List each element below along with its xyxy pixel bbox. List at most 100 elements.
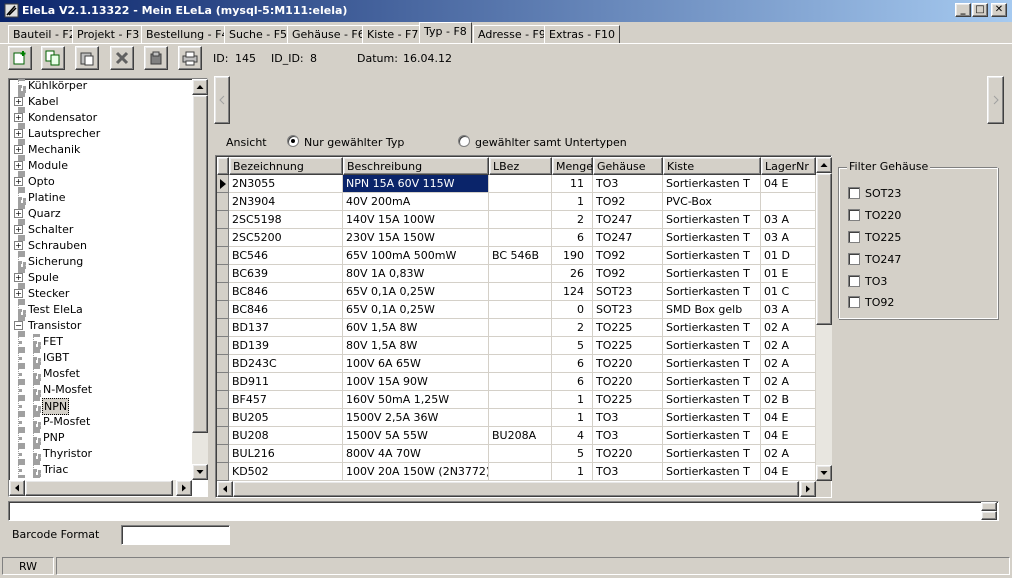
print-button[interactable] xyxy=(178,46,202,70)
grid-cell[interactable]: 1 xyxy=(552,463,593,481)
tree-item[interactable]: Platine xyxy=(9,190,191,206)
grid-cell[interactable] xyxy=(489,175,552,193)
tree-item[interactable]: + Schrauben xyxy=(9,238,191,254)
filter-label-sot23[interactable]: SOT23 xyxy=(865,187,901,200)
grid-cell[interactable]: SMD Box gelb xyxy=(663,301,761,319)
radio-only-selected-type[interactable] xyxy=(287,135,299,147)
grid-cell[interactable]: 65V 0,1A 0,25W xyxy=(343,283,489,301)
grid-cell[interactable]: 1500V 5A 55W xyxy=(343,427,489,445)
grid-cell[interactable]: TO3 xyxy=(593,175,663,193)
grid-cell[interactable]: 230V 15A 150W xyxy=(343,229,489,247)
grid-cell[interactable]: 11 xyxy=(552,175,593,193)
filter-label-to247[interactable]: TO247 xyxy=(865,253,901,266)
tree-item[interactable]: Triac xyxy=(9,462,191,478)
grid-cell[interactable]: BD139 xyxy=(229,337,343,355)
grid-cell[interactable] xyxy=(489,337,552,355)
column-header[interactable]: Gehäuse xyxy=(593,157,663,175)
row-indicator[interactable] xyxy=(217,445,229,463)
table-row[interactable]: BF457 160V 50mA 1,25W 1 TO225 Sortierkasten … xyxy=(217,391,816,409)
grid-cell[interactable]: PVC-Box xyxy=(663,193,761,211)
grid-cell[interactable]: 1500V 2,5A 36W xyxy=(343,409,489,427)
grid-cell[interactable]: Sortierkasten T xyxy=(663,355,761,373)
paste-button[interactable] xyxy=(75,46,99,70)
grid-cell[interactable]: 6 xyxy=(552,355,593,373)
table-row[interactable]: KD502 100V 20A 150W (2N3772) 1 TO3 Sortierka… xyxy=(217,463,816,481)
barcode-format-input[interactable] xyxy=(121,525,230,545)
grid-scroll-down[interactable] xyxy=(816,465,832,481)
grid-cell[interactable] xyxy=(489,301,552,319)
grid-cell[interactable]: TO225 xyxy=(593,337,663,355)
grid-cell[interactable]: 4 xyxy=(552,427,593,445)
grid-cell[interactable]: 65V 0,1A 0,25W xyxy=(343,301,489,319)
grid-cell[interactable]: 80V 1A 0,83W xyxy=(343,265,489,283)
expand-icon[interactable]: + xyxy=(14,145,23,154)
grid-cell[interactable]: 02 A xyxy=(761,355,816,373)
grid-cell[interactable]: Sortierkasten T xyxy=(663,283,761,301)
grid-cell[interactable] xyxy=(489,319,552,337)
grid-cell[interactable]: 04 E xyxy=(761,175,816,193)
grid-cell[interactable] xyxy=(489,193,552,211)
filter-checkbox-to225[interactable] xyxy=(848,231,860,243)
table-row[interactable]: 2SC5200 230V 15A 150W 6 TO247 Sortierkasten … xyxy=(217,229,816,247)
notes-spin-down[interactable] xyxy=(981,511,997,520)
parts-grid[interactable]: Bezeichnung Beschreibung LBez Menge Gehäuse K… xyxy=(215,155,832,498)
tree-item[interactable]: NPN xyxy=(9,398,191,415)
row-indicator[interactable] xyxy=(217,301,229,319)
filter-checkbox-sot23[interactable] xyxy=(848,187,860,199)
tab-suche[interactable]: Suche - F5 xyxy=(224,25,293,43)
grid-cell[interactable]: 100V 20A 150W (2N3772) xyxy=(343,463,489,481)
grid-cell[interactable]: 04 E xyxy=(761,409,816,427)
tree-item[interactable]: + Kondensator xyxy=(9,110,191,126)
grid-cell[interactable]: TO225 xyxy=(593,391,663,409)
grid-cell[interactable]: TO92 xyxy=(593,265,663,283)
grid-cell[interactable]: BC 546B xyxy=(489,247,552,265)
grid-cell[interactable]: 2SC5198 xyxy=(229,211,343,229)
grid-cell[interactable]: Sortierkasten T xyxy=(663,373,761,391)
grid-cell[interactable]: Sortierkasten T xyxy=(663,463,761,481)
grid-cell[interactable]: 65V 100mA 500mW xyxy=(343,247,489,265)
table-row[interactable]: BC846 65V 0,1A 0,25W 124 SOT23 Sortierkasten… xyxy=(217,283,816,301)
grid-cell[interactable]: 01 D xyxy=(761,247,816,265)
grid-cell[interactable]: 1 xyxy=(552,193,593,211)
expand-icon[interactable]: + xyxy=(14,209,23,218)
tab-adresse[interactable]: Adresse - F9 xyxy=(473,25,551,43)
filter-checkbox-to3[interactable] xyxy=(848,275,860,287)
grid-cell[interactable]: BD243C xyxy=(229,355,343,373)
grid-cell[interactable]: Sortierkasten T xyxy=(663,229,761,247)
expand-icon[interactable]: + xyxy=(14,225,23,234)
grid-cell[interactable]: NPN 15A 60V 115W xyxy=(343,175,489,193)
grid-cell[interactable]: TO92 xyxy=(593,193,663,211)
grid-cell[interactable]: 100V 15A 90W xyxy=(343,373,489,391)
delete-button[interactable] xyxy=(110,46,134,70)
row-indicator[interactable] xyxy=(217,373,229,391)
column-header[interactable]: Kiste xyxy=(663,157,761,175)
expand-icon[interactable]: + xyxy=(14,129,23,138)
grid-cell[interactable]: BD137 xyxy=(229,319,343,337)
table-row[interactable]: BD911 100V 15A 90W 6 TO220 Sortierkasten T 02… xyxy=(217,373,816,391)
grid-cell[interactable] xyxy=(489,373,552,391)
row-indicator[interactable] xyxy=(217,193,229,211)
grid-cell[interactable]: Sortierkasten T xyxy=(663,391,761,409)
tree-item[interactable]: FET xyxy=(9,334,191,350)
expand-icon[interactable]: + xyxy=(14,273,23,282)
grid-cell[interactable] xyxy=(489,445,552,463)
grid-cell[interactable]: KD502 xyxy=(229,463,343,481)
tree-item[interactable]: + Spule xyxy=(9,270,191,286)
grid-cell[interactable]: BC846 xyxy=(229,283,343,301)
tree-item[interactable]: + Module xyxy=(9,158,191,174)
tree-scroll-up[interactable] xyxy=(192,79,208,95)
grid-cell[interactable]: 800V 4A 70W xyxy=(343,445,489,463)
expand-icon[interactable]: + xyxy=(14,241,23,250)
copy-button[interactable] xyxy=(41,46,65,70)
row-indicator[interactable] xyxy=(217,319,229,337)
grid-cell[interactable]: 02 B xyxy=(761,391,816,409)
grid-cell[interactable]: 02 A xyxy=(761,337,816,355)
tree-item[interactable]: + Mechanik xyxy=(9,142,191,158)
table-row[interactable]: 2N3904 40V 200mA 1 TO92 PVC-Box xyxy=(217,193,816,211)
grid-cell[interactable]: Sortierkasten T xyxy=(663,409,761,427)
tree-item[interactable]: N-Mosfet xyxy=(9,382,191,398)
grid-cell[interactable]: TO3 xyxy=(593,463,663,481)
tab-projekt[interactable]: Projekt - F3 xyxy=(72,25,145,43)
tree-scroll-left[interactable] xyxy=(9,480,25,496)
grid-cell[interactable] xyxy=(489,355,552,373)
